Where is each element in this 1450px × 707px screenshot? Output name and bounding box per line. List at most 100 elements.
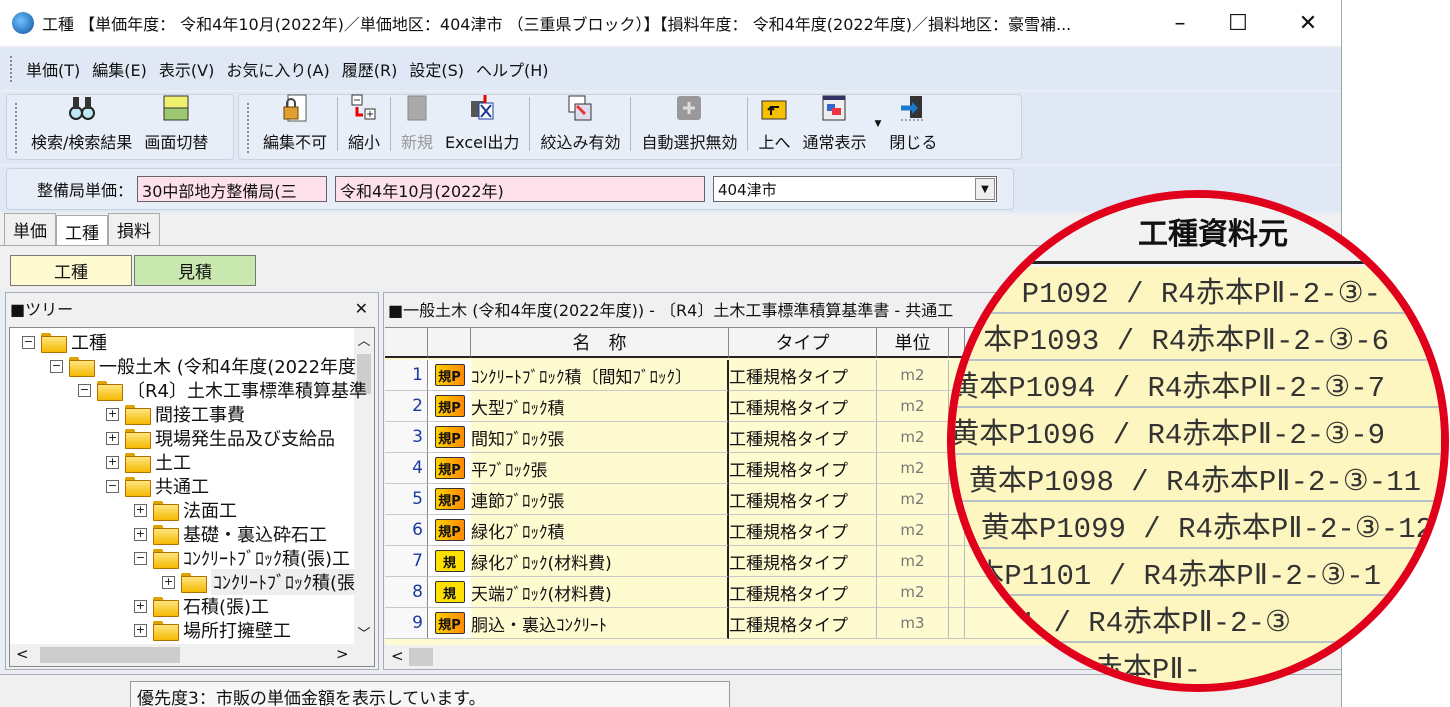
expand-toggle-plus-icon[interactable]: + bbox=[134, 623, 147, 637]
expand-toggle-plus-icon[interactable]: + bbox=[106, 431, 119, 445]
expand-toggle-minus-icon[interactable]: − bbox=[106, 479, 119, 493]
scroll-thumb[interactable] bbox=[409, 648, 433, 666]
name-cell[interactable]: 緑化ﾌﾞﾛｯｸ積 bbox=[471, 515, 729, 546]
unit-cell[interactable]: m3 bbox=[877, 608, 949, 639]
toolbar-button-normal-view[interactable]: 通常表示 bbox=[796, 93, 872, 153]
subtab-1[interactable]: 見積 bbox=[134, 255, 256, 286]
tab-1[interactable]: 工種 bbox=[56, 215, 108, 245]
close-button[interactable]: ✕ bbox=[1288, 8, 1328, 38]
name-cell[interactable]: 天端ﾌﾞﾛｯｸ(材料費) bbox=[471, 577, 729, 608]
period-field[interactable]: 令和4年10月(2022年) bbox=[335, 176, 706, 202]
tree-vertical-scrollbar[interactable]: ︿ ﹀ bbox=[354, 328, 374, 646]
type-cell[interactable]: 工種規格タイプ bbox=[729, 577, 877, 608]
expand-toggle-minus-icon[interactable]: − bbox=[22, 335, 35, 349]
scroll-up-icon[interactable]: ︿ bbox=[354, 330, 374, 349]
expand-toggle-minus-icon[interactable]: − bbox=[78, 383, 91, 397]
type-cell[interactable]: 工種規格タイプ bbox=[729, 391, 877, 422]
type-cell[interactable]: 工種規格タイプ bbox=[729, 453, 877, 484]
tree-item[interactable]: − ｺﾝｸﾘｰﾄﾌﾞﾛｯｸ積(張)工 bbox=[134, 546, 350, 570]
subtab-0[interactable]: 工種 bbox=[10, 255, 132, 286]
tree-horizontal-scrollbar[interactable]: < > bbox=[10, 644, 374, 666]
tree-item[interactable]: + ｺﾝｸﾘｰﾄﾌﾞﾛｯｸ積(張 bbox=[162, 569, 358, 595]
dropdown-arrow-icon[interactable]: ▼ bbox=[975, 178, 996, 200]
toolbar-button-collapse[interactable]: 縮小 bbox=[342, 93, 386, 153]
row-number[interactable]: 9 bbox=[385, 608, 428, 639]
grip-handle[interactable] bbox=[247, 103, 250, 153]
grip-handle[interactable] bbox=[15, 103, 18, 153]
row-number[interactable]: 6 bbox=[385, 515, 428, 546]
expand-toggle-plus-icon[interactable]: + bbox=[134, 599, 147, 613]
menu-item[interactable]: 履歴(R) bbox=[342, 57, 398, 81]
tree-item[interactable]: + 基礎・裏込砕石工 bbox=[134, 522, 327, 546]
tree-item[interactable]: + 土工 bbox=[106, 450, 191, 474]
expand-toggle-plus-icon[interactable]: + bbox=[162, 575, 175, 589]
tree-item[interactable]: + 場所打擁壁工 bbox=[134, 618, 291, 642]
unit-cell[interactable]: m2 bbox=[877, 391, 949, 422]
unit-cell[interactable]: m2 bbox=[877, 360, 949, 391]
row-number[interactable]: 1 bbox=[385, 360, 428, 391]
unit-cell[interactable]: m2 bbox=[877, 453, 949, 484]
name-cell[interactable]: 間知ﾌﾞﾛｯｸ張 bbox=[471, 422, 729, 453]
scroll-down-icon[interactable]: ﹀ bbox=[354, 623, 374, 642]
name-cell[interactable]: 大型ﾌﾞﾛｯｸ積 bbox=[471, 391, 729, 422]
unit-cell[interactable]: m2 bbox=[877, 577, 949, 608]
menu-item[interactable]: お気に入り(A) bbox=[226, 57, 329, 81]
row-number[interactable]: 8 bbox=[385, 577, 428, 608]
tree-item[interactable]: + 現場発生品及び支給品 bbox=[106, 426, 335, 450]
unit-header[interactable]: 単位 bbox=[877, 328, 949, 358]
row-number[interactable]: 2 bbox=[385, 391, 428, 422]
menu-item[interactable]: 表示(V) bbox=[159, 57, 214, 81]
row-number[interactable]: 4 bbox=[385, 453, 428, 484]
name-header[interactable]: 名 称 bbox=[471, 328, 729, 358]
menu-item[interactable]: 編集(E) bbox=[92, 57, 147, 81]
tree-item[interactable]: + 間接工事費 bbox=[106, 402, 245, 426]
expand-toggle-plus-icon[interactable]: + bbox=[106, 455, 119, 469]
scroll-left-icon[interactable]: < bbox=[16, 645, 29, 663]
toolbar-button-lock-document[interactable]: 編集不可 bbox=[257, 93, 333, 153]
type-cell[interactable]: 工種規格タイプ bbox=[729, 422, 877, 453]
toolbar-button-folder-up[interactable]: 上へ bbox=[752, 93, 796, 153]
toolbar-button-screen-switch[interactable]: 画面切替 bbox=[138, 93, 214, 153]
type-cell[interactable]: 工種規格タイプ bbox=[729, 484, 877, 515]
toolbar-button-excel-export[interactable]: Excel出力 bbox=[439, 93, 525, 153]
tree-item[interactable]: − 工種 bbox=[22, 330, 107, 354]
unit-cell[interactable]: m2 bbox=[877, 484, 949, 515]
unit-cell[interactable]: m2 bbox=[877, 515, 949, 546]
type-cell[interactable]: 工種規格タイプ bbox=[729, 360, 877, 391]
expand-toggle-plus-icon[interactable]: + bbox=[106, 407, 119, 421]
menu-item[interactable]: 設定(S) bbox=[409, 57, 464, 81]
tree-item[interactable]: + 法面工 bbox=[134, 498, 237, 522]
expand-toggle-minus-icon[interactable]: − bbox=[50, 359, 63, 373]
tree-item[interactable]: − 共通工 bbox=[106, 474, 209, 498]
expand-toggle-plus-icon[interactable]: + bbox=[134, 503, 147, 517]
expand-toggle-plus-icon[interactable]: + bbox=[134, 527, 147, 541]
scroll-thumb[interactable] bbox=[40, 647, 180, 663]
tree-item[interactable]: − 〔R4〕土木工事標準積算基準 bbox=[78, 378, 367, 402]
minimize-button[interactable]: – bbox=[1160, 8, 1200, 38]
tree-close-icon[interactable]: ✕ bbox=[355, 299, 368, 318]
row-number[interactable]: 3 bbox=[385, 422, 428, 453]
unit-cell[interactable]: m2 bbox=[877, 422, 949, 453]
toolbar-button-auto-select[interactable]: 自動選択無効 bbox=[635, 93, 743, 153]
unit-cell[interactable]: m2 bbox=[877, 546, 949, 577]
bureau-field[interactable]: 30中部地方整備局(三 bbox=[137, 176, 328, 202]
type-cell[interactable]: 工種規格タイプ bbox=[729, 608, 877, 639]
toolbar-button-binoculars[interactable]: 検索/検索結果 bbox=[25, 93, 138, 153]
tree-item[interactable]: + 石積(張)工 bbox=[134, 594, 269, 618]
name-cell[interactable]: 胴込・裏込ｺﾝｸﾘｰﾄ bbox=[471, 608, 729, 639]
maximize-button[interactable]: ☐ bbox=[1218, 8, 1258, 38]
name-cell[interactable]: 連節ﾌﾞﾛｯｸ張 bbox=[471, 484, 729, 515]
grip-handle[interactable] bbox=[10, 56, 13, 82]
scroll-right-icon[interactable]: > bbox=[336, 645, 349, 663]
scroll-left-icon[interactable]: < bbox=[391, 647, 404, 665]
dropdown-arrow-icon[interactable]: ▼ bbox=[875, 119, 882, 129]
row-number[interactable]: 5 bbox=[385, 484, 428, 515]
tab-0[interactable]: 単価 bbox=[4, 213, 56, 245]
type-cell[interactable]: 工種規格タイプ bbox=[729, 515, 877, 546]
menu-item[interactable]: ヘルプ(H) bbox=[476, 57, 549, 81]
toolbar-button-exit-door[interactable]: 閉じる bbox=[883, 93, 943, 153]
tree-item[interactable]: − 一般土木 (令和4年度(2022年度 bbox=[50, 354, 356, 378]
type-header[interactable]: タイプ bbox=[729, 328, 877, 358]
name-cell[interactable]: 平ﾌﾞﾛｯｸ張 bbox=[471, 453, 729, 484]
menu-item[interactable]: 単価(T) bbox=[26, 57, 80, 81]
